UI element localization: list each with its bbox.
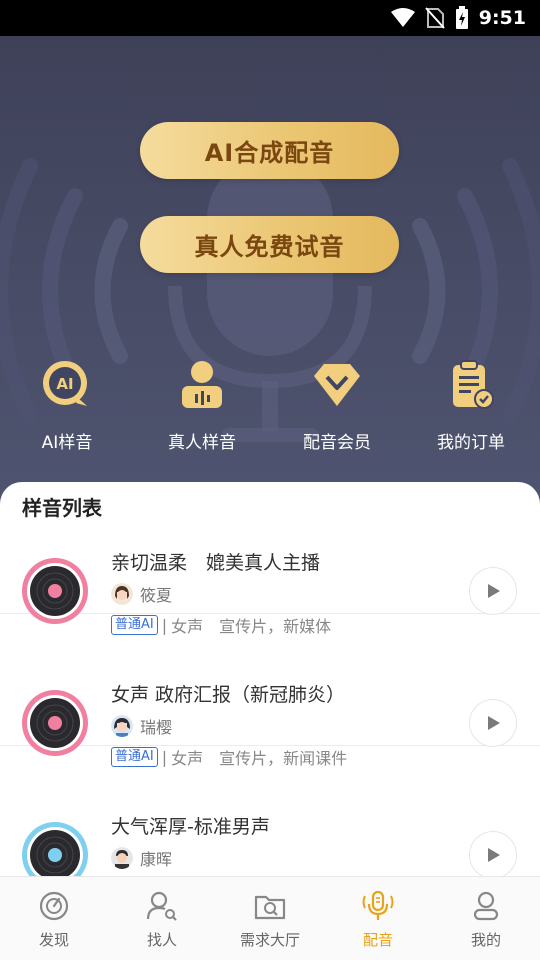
avatar	[111, 847, 133, 869]
quick-action-real-sample[interactable]: 真人样音	[137, 358, 267, 453]
ai-bubble-icon: AI	[43, 361, 87, 406]
quick-action-label: 配音会员	[303, 433, 371, 453]
play-button[interactable]	[469, 567, 517, 615]
sample-author: 康晖	[111, 846, 172, 870]
play-button[interactable]	[469, 831, 517, 879]
play-button[interactable]	[469, 699, 517, 747]
sample-list-item[interactable]: 大气浑厚-标准男声 康晖	[0, 746, 540, 880]
ai-synthesis-button[interactable]: AI合成配音	[140, 122, 399, 179]
status-time: 9:51	[478, 7, 526, 29]
quick-action-my-orders[interactable]: 我的订单	[406, 358, 536, 453]
sample-author: 瑞樱	[111, 714, 172, 738]
no-sim-icon	[424, 7, 445, 29]
sample-author: 筱夏	[111, 582, 172, 606]
sample-title: 女声 政府汇报（新冠肺炎）	[111, 684, 346, 706]
hero-banner: AI合成配音 真人免费试音 AI AI样音 真人样音 配音会员 我的订单	[0, 36, 540, 506]
compass-icon	[39, 891, 69, 921]
quick-action-label: AI样音	[41, 433, 93, 453]
sample-title: 亲切温柔 媲美真人主播	[111, 552, 321, 574]
bottom-tab-bar: 发现 找人 需求大厅 配音 我的	[0, 876, 540, 960]
tab-find-person[interactable]: 找人	[108, 877, 216, 960]
status-icons: 9:51	[390, 0, 526, 36]
avatar	[111, 583, 133, 605]
quick-action-membership[interactable]: 配音会员	[272, 358, 402, 453]
person-voice-icon	[182, 361, 222, 408]
tab-demand-hall[interactable]: 需求大厅	[216, 877, 324, 960]
find-person-icon	[146, 891, 177, 921]
tab-discover[interactable]: 发现	[0, 877, 108, 960]
quick-action-label: 真人样音	[168, 433, 236, 453]
quick-action-label: 我的订单	[437, 433, 505, 453]
avatar	[111, 715, 133, 737]
wifi-icon	[390, 8, 415, 27]
play-icon	[488, 716, 500, 730]
sample-list: 样音列表 亲切温柔 媲美真人主播 筱夏 普通AI | 女声 宣传片，新媒体 女声…	[0, 482, 540, 880]
profile-icon	[473, 891, 499, 921]
status-bar: 9:51	[0, 0, 540, 36]
svg-text:AI: AI	[56, 375, 73, 393]
sample-title: 大气浑厚-标准男声	[111, 816, 270, 838]
diamond-icon	[314, 364, 360, 406]
play-icon	[488, 848, 500, 862]
sample-list-item[interactable]: 亲切温柔 媲美真人主播 筱夏 普通AI | 女声 宣传片，新媒体	[0, 482, 540, 636]
quick-action-ai-sample[interactable]: AI AI样音	[2, 358, 132, 453]
microphone-icon	[362, 890, 394, 920]
vinyl-disc-icon	[22, 822, 88, 880]
tab-mine[interactable]: 我的	[432, 877, 540, 960]
clipboard-icon	[453, 360, 494, 409]
folder-search-icon	[254, 895, 286, 920]
play-icon	[488, 584, 500, 598]
battery-charging-icon	[455, 6, 468, 29]
real-person-trial-button[interactable]: 真人免费试音	[140, 216, 399, 273]
sample-list-item[interactable]: 女声 政府汇报（新冠肺炎） 瑞樱 普通AI | 女声 宣传片，新闻课件	[0, 614, 540, 768]
tab-dubbing[interactable]: 配音	[324, 877, 432, 960]
